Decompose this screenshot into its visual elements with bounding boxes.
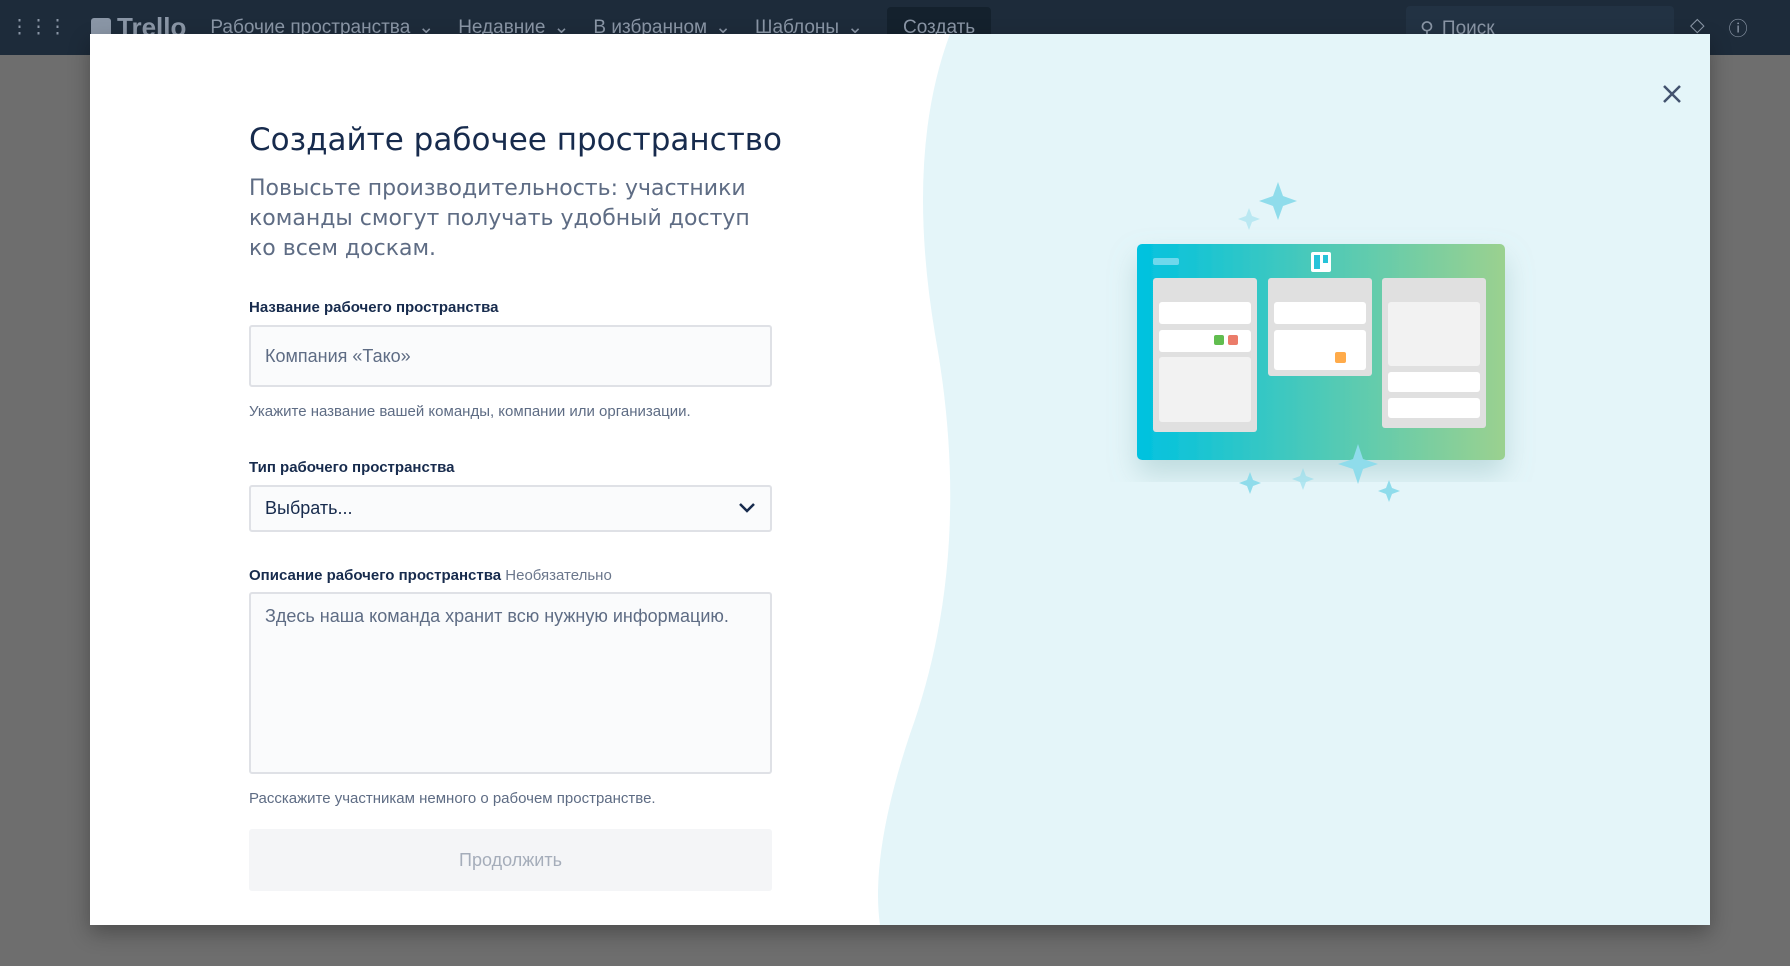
close-icon[interactable]: [1658, 80, 1686, 108]
workspace-name-label: Название рабочего пространства: [249, 299, 499, 316]
create-workspace-modal: Создайте рабочее пространство Повысьте п…: [90, 34, 1710, 925]
continue-button[interactable]: Продолжить: [249, 829, 772, 891]
workspace-description-help: Расскажите участникам немного о рабочем …: [249, 790, 656, 807]
modal-title: Создайте рабочее пространство: [249, 122, 783, 158]
modal-subtitle: Повысьте производительность: участники к…: [249, 176, 750, 261]
optional-tag: Необязательно: [505, 567, 612, 584]
workspace-description-label: Описание рабочего пространства Необязате…: [249, 567, 612, 584]
chevron-down-icon: [738, 487, 756, 530]
search-icon: ⚲: [1420, 19, 1434, 40]
workspace-description-textarea[interactable]: Здесь наша команда хранит всю нужную инф…: [249, 592, 772, 774]
help-icon[interactable]: ⓘ: [1729, 14, 1748, 41]
workspace-name-help: Укажите название вашей команды, компании…: [249, 403, 691, 420]
workspace-type-label: Тип рабочего пространства: [249, 459, 455, 476]
workspace-type-select[interactable]: Выбрать...: [249, 485, 772, 532]
apps-grid-icon[interactable]: ⋮⋮⋮: [10, 16, 67, 39]
workspace-name-input[interactable]: Компания «Тако»: [249, 325, 772, 387]
